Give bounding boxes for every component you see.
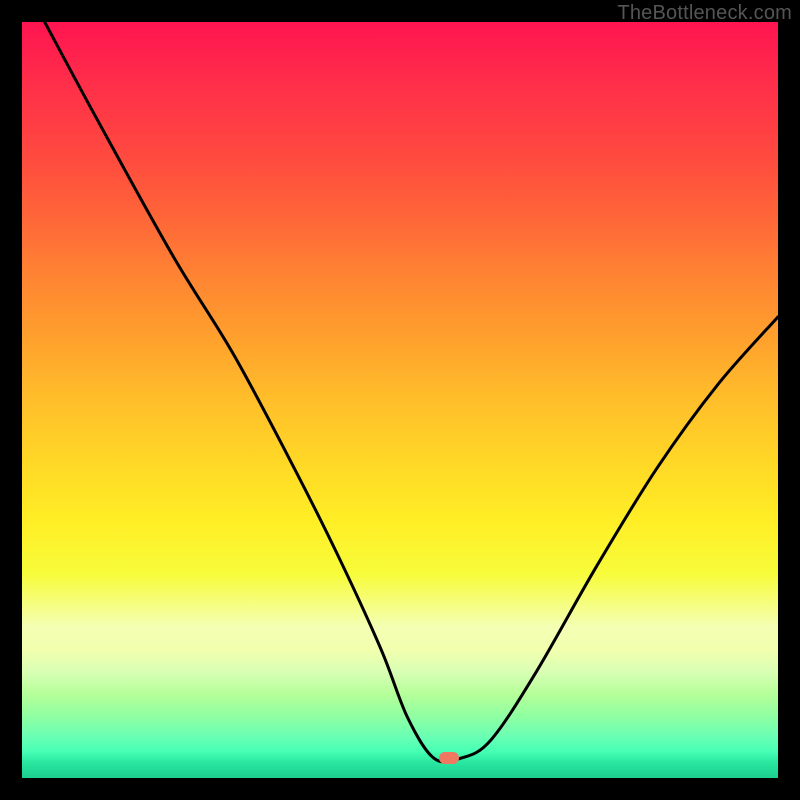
bottleneck-curve <box>22 22 778 778</box>
chart-frame: TheBottleneck.com <box>0 0 800 800</box>
attribution-text: TheBottleneck.com <box>617 2 792 25</box>
plot-area <box>22 22 778 778</box>
optimum-marker <box>439 752 459 764</box>
curve-path <box>45 22 778 762</box>
